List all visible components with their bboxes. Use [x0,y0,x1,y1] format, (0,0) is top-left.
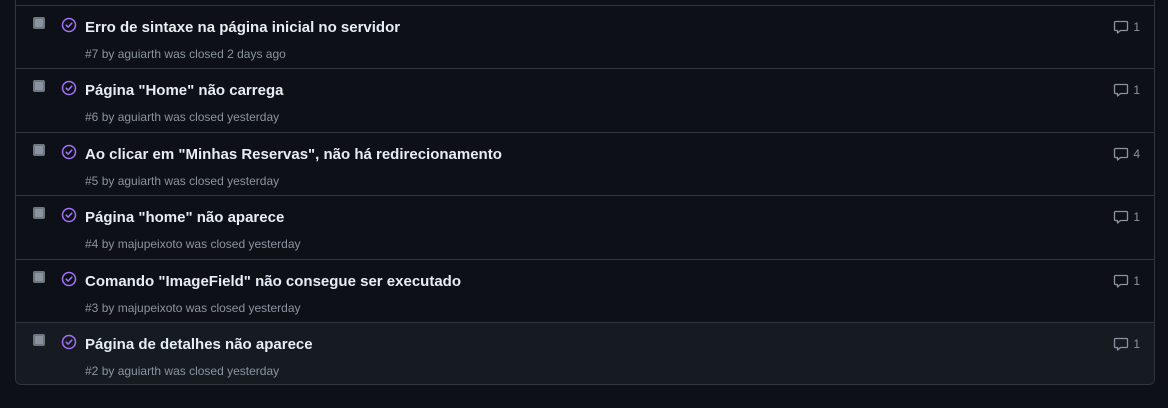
issue-row: Página de detalhes não aparece #2 by agu… [16,322,1154,384]
issue-number: #5 [85,174,99,188]
comments-link[interactable]: 1 [1113,336,1140,352]
issue-title[interactable]: Página "Home" não carrega [85,82,283,99]
comment-count: 1 [1133,20,1140,34]
issue-closed-icon [61,207,77,223]
comment-count: 1 [1133,337,1140,351]
comment-icon [1114,337,1129,351]
comment-count: 4 [1133,147,1140,161]
issue-checkbox[interactable] [33,207,45,219]
issue-author[interactable]: aguiarth [118,174,161,188]
issue-meta: #3 by majupeixoto was closed yesterday [85,301,301,315]
issue-number: #4 [85,237,99,251]
issue-closed-icon [61,80,77,96]
comment-icon [1114,20,1129,34]
issue-meta: #4 by majupeixoto was closed yesterday [85,237,301,251]
issue-closed-icon [61,144,77,160]
issue-checkbox[interactable] [33,80,45,92]
issue-checkbox[interactable] [33,17,45,29]
comments-link[interactable]: 4 [1113,146,1140,162]
issue-closed-icon [61,17,77,33]
issue-meta: #5 by aguiarth was closed yesterday [85,174,280,188]
issue-number: #6 [85,110,99,124]
issue-number: #7 [85,47,99,61]
issue-title[interactable]: Página "home" não aparece [85,209,284,226]
issue-row: Página "home" não aparece #4 by majupeix… [16,195,1154,258]
issue-status: was closed yesterday [185,237,301,251]
comments-link[interactable]: 1 [1113,19,1140,35]
comment-icon [1114,83,1129,97]
issue-title[interactable]: Página de detalhes não aparece [85,336,313,353]
issue-list: Erro de sintaxe na página inicial no ser… [15,0,1155,385]
issue-status: was closed yesterday [185,301,301,315]
issue-title[interactable]: Comando "ImageField" não consegue ser ex… [85,273,461,290]
issue-author[interactable]: aguiarth [118,47,161,61]
comments-link[interactable]: 1 [1113,82,1140,98]
issue-checkbox[interactable] [33,334,45,346]
comment-count: 1 [1133,274,1140,288]
issue-closed-icon [61,271,77,287]
comment-icon [1114,147,1129,161]
issue-number: #2 [85,364,99,378]
comment-count: 1 [1133,83,1140,97]
issue-status: was closed 2 days ago [164,47,286,61]
issue-author[interactable]: aguiarth [118,110,161,124]
issue-row: Comando "ImageField" não consegue ser ex… [16,259,1154,322]
issue-status: was closed yesterday [164,174,280,188]
issue-meta: #7 by aguiarth was closed 2 days ago [85,47,286,61]
comment-icon [1114,274,1129,288]
issue-closed-icon [61,334,77,350]
issue-title[interactable]: Erro de sintaxe na página inicial no ser… [85,19,400,36]
issue-checkbox[interactable] [33,144,45,156]
issue-meta: #6 by aguiarth was closed yesterday [85,110,280,124]
issue-checkbox[interactable] [33,271,45,283]
issue-row: Ao clicar em "Minhas Reservas", não há r… [16,132,1154,195]
issue-number: #3 [85,301,99,315]
comments-link[interactable]: 1 [1113,209,1140,225]
comment-count: 1 [1133,210,1140,224]
issue-title[interactable]: Ao clicar em "Minhas Reservas", não há r… [85,146,502,163]
comments-link[interactable]: 1 [1113,273,1140,289]
issue-status: was closed yesterday [164,110,280,124]
issue-row: Página "Home" não carrega #6 by aguiarth… [16,68,1154,131]
comment-icon [1114,210,1129,224]
issue-author[interactable]: aguiarth [118,364,161,378]
issue-meta: #2 by aguiarth was closed yesterday [85,364,280,378]
issue-author[interactable]: majupeixoto [118,237,183,251]
issue-status: was closed yesterday [164,364,280,378]
issue-row: Erro de sintaxe na página inicial no ser… [16,5,1154,68]
issue-author[interactable]: majupeixoto [118,301,183,315]
